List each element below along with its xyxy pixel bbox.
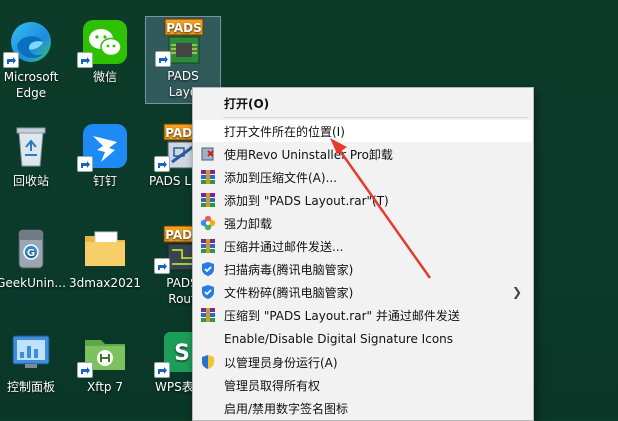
menu-item-open-file-location[interactable]: 打开文件所在的位置(I) bbox=[194, 120, 532, 142]
shortcut-arrow-icon bbox=[154, 362, 170, 378]
winrar-icon bbox=[200, 238, 216, 254]
pads-icon: PADS bbox=[155, 17, 207, 67]
menu-item-run-as-admin[interactable]: 以管理员身份运行(A) bbox=[194, 351, 532, 373]
desktop-icon-label: 微信 bbox=[92, 70, 117, 84]
menu-item-force-uninstall[interactable]: 强力卸载 bbox=[194, 212, 532, 234]
menu-item-label: 启用/禁用数字签名图标 bbox=[224, 401, 349, 416]
desktop-icon-dingtalk[interactable]: 钉钉 bbox=[68, 122, 142, 189]
menu-item-add-to-rar[interactable]: 添加到 "PADS Layout.rar"(T) bbox=[194, 189, 532, 211]
desktop-icon-control-panel[interactable]: 控制面板 bbox=[0, 328, 68, 395]
desktop-icon-label: 回收站 bbox=[12, 174, 49, 188]
menu-item-label: 强力卸载 bbox=[224, 216, 273, 231]
tencent-shield-icon bbox=[200, 284, 216, 300]
menu-separator bbox=[223, 117, 529, 118]
shortcut-arrow-icon bbox=[154, 156, 170, 172]
dingtalk-icon bbox=[77, 122, 129, 172]
context-menu: 打开(O) 打开文件所在的位置(I) 使用Revo Uninstaller Pr… bbox=[192, 87, 534, 421]
menu-item-label: 压缩到 "PADS Layout.rar" 并通过邮件发送 bbox=[224, 308, 460, 323]
desktop-icon-label: 控制面板 bbox=[6, 380, 55, 394]
desktop-icon-wechat[interactable]: 微信 bbox=[68, 18, 142, 85]
xftp-icon bbox=[77, 328, 129, 378]
menu-item-label: 添加到 "PADS Layout.rar"(T) bbox=[224, 193, 389, 208]
menu-item-label: 打开(O) bbox=[224, 96, 270, 111]
desktop-icon-label: PADS bbox=[167, 69, 199, 83]
revo-uninstaller-icon bbox=[200, 146, 216, 162]
menu-item-label: 扫描病毒(腾讯电脑管家) bbox=[224, 262, 354, 277]
desktop-icon-geek-uninstaller[interactable]: G GeekUnin... bbox=[0, 224, 68, 291]
desktop-icon-label: Xftp 7 bbox=[86, 380, 123, 394]
menu-item-add-to-archive[interactable]: 添加到压缩文件(A)... bbox=[194, 166, 532, 188]
menu-item-label: 以管理员身份运行(A) bbox=[224, 355, 338, 370]
desktop-icon-label: Edge bbox=[15, 86, 47, 100]
winrar-icon bbox=[200, 307, 216, 323]
shortcut-arrow-icon bbox=[77, 52, 93, 68]
uac-shield-icon bbox=[200, 354, 216, 370]
shortcut-arrow-icon bbox=[77, 362, 93, 378]
menu-item-digital-signature-cn[interactable]: 启用/禁用数字签名图标 bbox=[194, 397, 532, 419]
menu-item-revo-uninstall[interactable]: 使用Revo Uninstaller Pro卸载 bbox=[194, 143, 532, 165]
winrar-icon bbox=[200, 169, 216, 185]
recycle-bin-icon bbox=[7, 122, 55, 170]
menu-item-label: 打开文件所在的位置(I) bbox=[224, 124, 345, 139]
wechat-icon bbox=[77, 18, 129, 68]
folder-icon bbox=[81, 224, 129, 272]
desktop-icon-label: Microsoft bbox=[3, 70, 59, 84]
desktop-icon-xftp[interactable]: Xftp 7 bbox=[68, 328, 142, 395]
svg-text:S: S bbox=[174, 341, 190, 366]
menu-item-compress-rar-email[interactable]: 压缩到 "PADS Layout.rar" 并通过邮件发送 bbox=[194, 304, 532, 326]
svg-text:PADS: PADS bbox=[166, 21, 202, 35]
tencent-shield-icon bbox=[200, 261, 216, 277]
menu-item-label: 文件粉碎(腾讯电脑管家) bbox=[224, 285, 354, 300]
menu-item-open[interactable]: 打开(O) bbox=[194, 92, 532, 114]
shortcut-arrow-icon bbox=[154, 258, 170, 274]
menu-item-label: 压缩并通过邮件发送... bbox=[224, 239, 344, 254]
desktop-icon-label: 钉钉 bbox=[92, 174, 117, 188]
menu-item-label: 管理员取得所有权 bbox=[224, 378, 321, 393]
geek-uninstaller-icon: G bbox=[7, 224, 55, 272]
shortcut-arrow-icon bbox=[155, 51, 171, 67]
desktop-icon-edge[interactable]: Microsoft Edge bbox=[0, 18, 68, 101]
menu-item-scan-virus[interactable]: 扫描病毒(腾讯电脑管家) bbox=[194, 258, 532, 280]
desktop-icon-label: 3dmax2021 bbox=[69, 276, 141, 290]
desktop-icon-label: GeekUnin... bbox=[0, 276, 66, 290]
shortcut-arrow-icon bbox=[3, 52, 19, 68]
shortcut-arrow-icon bbox=[77, 156, 93, 172]
flower-icon bbox=[200, 215, 216, 231]
menu-item-label: 添加到压缩文件(A)... bbox=[224, 170, 338, 185]
menu-item-label: 使用Revo Uninstaller Pro卸载 bbox=[224, 147, 393, 162]
desktop-icon-3dmax[interactable]: 3dmax2021 bbox=[68, 224, 142, 291]
edge-icon bbox=[3, 18, 55, 68]
menu-item-digital-signature-en[interactable]: Enable/Disable Digital Signature Icons bbox=[194, 328, 532, 350]
svg-text:G: G bbox=[27, 248, 35, 259]
menu-item-label: Enable/Disable Digital Signature Icons bbox=[224, 332, 454, 346]
menu-item-file-shred[interactable]: 文件粉碎(腾讯电脑管家) ❯ bbox=[194, 281, 532, 303]
chevron-right-icon: ❯ bbox=[511, 285, 522, 299]
winrar-icon bbox=[200, 192, 216, 208]
control-panel-icon bbox=[7, 328, 55, 376]
desktop-icon-recycle-bin[interactable]: 回收站 bbox=[0, 122, 68, 189]
menu-item-take-ownership[interactable]: 管理员取得所有权 bbox=[194, 374, 532, 396]
menu-item-compress-email[interactable]: 压缩并通过邮件发送... bbox=[194, 235, 532, 257]
